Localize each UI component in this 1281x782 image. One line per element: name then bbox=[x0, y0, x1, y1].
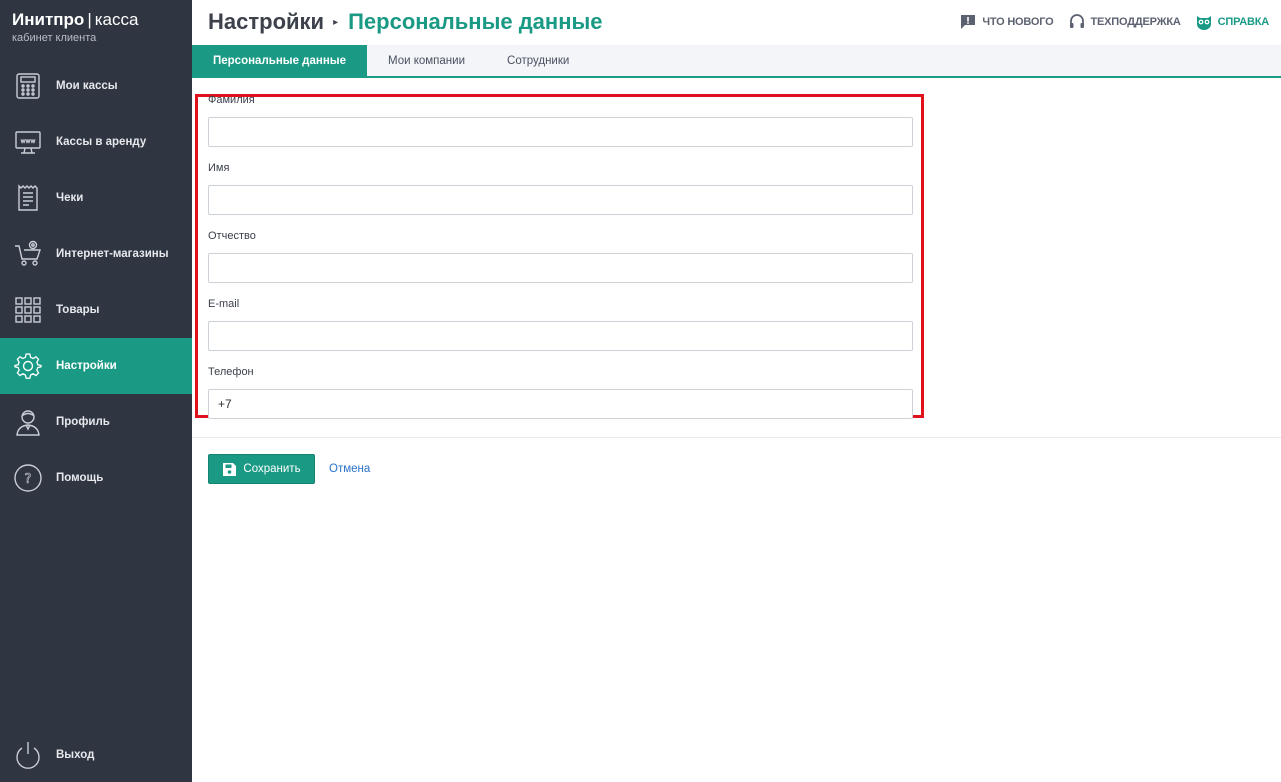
form-divider bbox=[192, 437, 1281, 438]
brand-separator: | bbox=[87, 10, 92, 29]
sidebar: Инитпро | касса кабинет клиента Мои кассы … bbox=[0, 0, 192, 782]
sidebar-item-label: Товары bbox=[56, 304, 100, 316]
tab-employees[interactable]: Сотрудники bbox=[486, 45, 590, 76]
brand: Инитпро | касса кабинет клиента bbox=[0, 0, 192, 54]
phone-label: Телефон bbox=[208, 366, 254, 378]
sidebar-item-label: Выход bbox=[56, 749, 95, 761]
headset-icon bbox=[1069, 14, 1084, 28]
floppy-disk-icon bbox=[223, 462, 237, 476]
svg-text:?: ? bbox=[25, 472, 32, 487]
owl-icon bbox=[1196, 16, 1211, 30]
patronymic-field-group: Отчество bbox=[208, 230, 913, 283]
last-name-input[interactable] bbox=[208, 117, 913, 147]
sidebar-item-label: Настройки bbox=[56, 360, 117, 372]
breadcrumb-arrow-icon: ▸ bbox=[333, 16, 339, 28]
www-monitor-icon: www bbox=[12, 126, 44, 158]
email-input[interactable] bbox=[208, 321, 913, 351]
sidebar-item-label: Интернет-магазины bbox=[56, 248, 169, 260]
sidebar-nav: Мои кассы www Кассы в аренду Чеки Интерн… bbox=[0, 58, 192, 506]
brand-subtitle: кабинет клиента bbox=[12, 32, 97, 44]
help-link[interactable]: СПРАВКА bbox=[1195, 13, 1269, 31]
email-label: E-mail bbox=[208, 298, 240, 310]
sidebar-item-label: Чеки bbox=[56, 192, 84, 204]
header-actions: ЧТО НОВОГО ТЕХПОДДЕРЖКА СПРАВКА bbox=[945, 13, 1269, 31]
sidebar-item-receipts[interactable]: Чеки bbox=[0, 170, 192, 226]
help-label: СПРАВКА bbox=[1217, 16, 1270, 28]
support-label: ТЕХПОДДЕРЖКА bbox=[1090, 16, 1181, 28]
breadcrumb: Настройки ▸ Персональные данные bbox=[208, 9, 603, 35]
brand-product: касса bbox=[94, 10, 139, 29]
sidebar-item-settings[interactable]: Настройки bbox=[0, 338, 192, 394]
sidebar-item-help[interactable]: ? Помощь bbox=[0, 450, 192, 506]
save-button[interactable]: Сохранить bbox=[208, 454, 315, 484]
sidebar-item-label: Мои кассы bbox=[56, 80, 118, 92]
gear-icon bbox=[12, 350, 44, 382]
save-button-label: Сохранить bbox=[243, 463, 301, 475]
user-icon bbox=[12, 406, 44, 438]
question-icon: ? bbox=[12, 462, 44, 494]
page-title: Персональные данные bbox=[348, 9, 603, 34]
receipt-icon bbox=[12, 182, 44, 214]
settings-tabs: Персональные данные Мои компании Сотрудн… bbox=[192, 45, 1281, 78]
breadcrumb-root[interactable]: Настройки bbox=[208, 9, 324, 35]
cancel-link[interactable]: Отмена bbox=[329, 463, 370, 475]
sidebar-item-label: Помощь bbox=[56, 472, 104, 484]
svg-text:www: www bbox=[21, 138, 36, 145]
first-name-label: Имя bbox=[208, 162, 230, 174]
cash-register-icon bbox=[12, 70, 44, 102]
sidebar-item-my-registers[interactable]: Мои кассы bbox=[0, 58, 192, 114]
personal-data-form: Фамилия Имя Отчество E-mail Телефон bbox=[208, 94, 913, 434]
sidebar-item-label: Кассы в аренду bbox=[56, 136, 147, 148]
patronymic-input[interactable] bbox=[208, 253, 913, 283]
form-actions: Сохранить Отмена bbox=[208, 454, 370, 484]
phone-field-group: Телефон bbox=[208, 366, 913, 419]
whats-new-link[interactable]: ЧТО НОВОГО bbox=[959, 13, 1054, 31]
sidebar-item-online-stores[interactable]: Интернет-магазины bbox=[0, 226, 192, 282]
whats-new-label: ЧТО НОВОГО bbox=[982, 16, 1054, 28]
sidebar-item-logout[interactable]: Выход bbox=[0, 732, 192, 778]
tab-personal-data[interactable]: Персональные данные bbox=[192, 45, 367, 76]
page-header: Настройки ▸ Персональные данные ЧТО НОВО… bbox=[192, 0, 1281, 45]
last-name-label: Фамилия bbox=[208, 94, 255, 106]
brand-logo[interactable]: Инитпро | касса bbox=[12, 10, 180, 30]
tab-my-companies[interactable]: Мои компании bbox=[367, 45, 486, 76]
brand-name: Инитпро bbox=[12, 10, 85, 29]
sidebar-item-products[interactable]: Товары bbox=[0, 282, 192, 338]
first-name-field-group: Имя bbox=[208, 162, 913, 215]
email-field-group: E-mail bbox=[208, 298, 913, 351]
phone-input[interactable] bbox=[208, 389, 913, 419]
support-link[interactable]: ТЕХПОДДЕРЖКА bbox=[1068, 13, 1181, 31]
sidebar-item-rental-registers[interactable]: www Кассы в аренду bbox=[0, 114, 192, 170]
patronymic-label: Отчество bbox=[208, 230, 256, 242]
power-icon bbox=[12, 739, 44, 771]
sidebar-item-label: Профиль bbox=[56, 416, 110, 428]
sidebar-item-profile[interactable]: Профиль bbox=[0, 394, 192, 450]
grid-icon bbox=[12, 294, 44, 326]
first-name-input[interactable] bbox=[208, 185, 913, 215]
last-name-field-group: Фамилия bbox=[208, 94, 913, 147]
speech-bubble-icon bbox=[961, 15, 976, 29]
shopping-cart-at-icon bbox=[12, 238, 44, 270]
